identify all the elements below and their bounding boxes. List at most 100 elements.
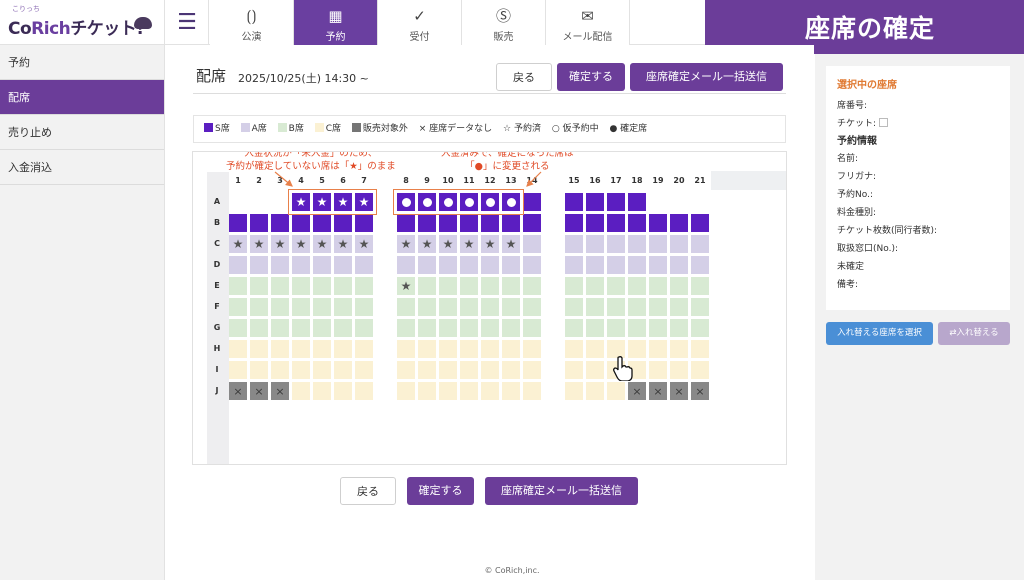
seat-E6[interactable] (334, 277, 352, 295)
seat-J16[interactable] (586, 382, 604, 400)
seat-F17[interactable] (607, 298, 625, 316)
seat-G16[interactable] (586, 319, 604, 337)
seat-D20[interactable] (670, 256, 688, 274)
seat-G8[interactable] (397, 319, 415, 337)
seat-I5[interactable] (313, 361, 331, 379)
seat-H7[interactable] (355, 340, 373, 358)
seat-H15[interactable] (565, 340, 583, 358)
seat-E7[interactable] (355, 277, 373, 295)
seat-D14[interactable] (523, 256, 541, 274)
seat-I7[interactable] (355, 361, 373, 379)
seat-E12[interactable] (481, 277, 499, 295)
seat-G6[interactable] (334, 319, 352, 337)
seat-J5[interactable] (313, 382, 331, 400)
seat-H11[interactable] (460, 340, 478, 358)
seat-B10[interactable] (439, 214, 457, 232)
seat-G10[interactable] (439, 319, 457, 337)
seat-B15[interactable] (565, 214, 583, 232)
seat-D5[interactable] (313, 256, 331, 274)
seat-E1[interactable] (229, 277, 247, 295)
seat-D12[interactable] (481, 256, 499, 274)
seat-J9[interactable] (418, 382, 436, 400)
seat-G21[interactable] (691, 319, 709, 337)
seat-D3[interactable] (271, 256, 289, 274)
seat-F10[interactable] (439, 298, 457, 316)
seat-C4[interactable]: ★ (292, 235, 310, 253)
seat-F13[interactable] (502, 298, 520, 316)
seat-D2[interactable] (250, 256, 268, 274)
seat-I1[interactable] (229, 361, 247, 379)
seat-C16[interactable] (586, 235, 604, 253)
seat-H2[interactable] (250, 340, 268, 358)
seat-D4[interactable] (292, 256, 310, 274)
seat-J4[interactable] (292, 382, 310, 400)
seat-H14[interactable] (523, 340, 541, 358)
seat-E16[interactable] (586, 277, 604, 295)
seat-F16[interactable] (586, 298, 604, 316)
seat-B13[interactable] (502, 214, 520, 232)
seat-J18[interactable]: × (628, 382, 646, 400)
seat-C10[interactable]: ★ (439, 235, 457, 253)
seat-I11[interactable] (460, 361, 478, 379)
seat-J17[interactable] (607, 382, 625, 400)
seat-J20[interactable]: × (670, 382, 688, 400)
seat-F3[interactable] (271, 298, 289, 316)
seat-C5[interactable]: ★ (313, 235, 331, 253)
seat-G5[interactable] (313, 319, 331, 337)
tab-reception[interactable]: ✓ 受付 (378, 0, 462, 45)
seat-F4[interactable] (292, 298, 310, 316)
seat-F15[interactable] (565, 298, 583, 316)
seat-I15[interactable] (565, 361, 583, 379)
seat-F12[interactable] (481, 298, 499, 316)
seat-F18[interactable] (628, 298, 646, 316)
seat-C9[interactable]: ★ (418, 235, 436, 253)
seat-G2[interactable] (250, 319, 268, 337)
seat-C17[interactable] (607, 235, 625, 253)
seat-I19[interactable] (649, 361, 667, 379)
sidebar-item-payment[interactable]: 入金消込 (0, 150, 164, 185)
tab-sales[interactable]: Ⓢ 販売 (462, 0, 546, 45)
seat-E10[interactable] (439, 277, 457, 295)
seat-B7[interactable] (355, 214, 373, 232)
seat-H6[interactable] (334, 340, 352, 358)
seat-F19[interactable] (649, 298, 667, 316)
seat-I20[interactable] (670, 361, 688, 379)
seat-G17[interactable] (607, 319, 625, 337)
ticket-checkbox[interactable] (879, 118, 889, 127)
confirm-button-bottom[interactable]: 確定する (407, 477, 474, 505)
seat-H9[interactable] (418, 340, 436, 358)
seat-I13[interactable] (502, 361, 520, 379)
seat-C13[interactable]: ★ (502, 235, 520, 253)
seat-B16[interactable] (586, 214, 604, 232)
seat-D17[interactable] (607, 256, 625, 274)
seat-E20[interactable] (670, 277, 688, 295)
sidebar-item-stop-sales[interactable]: 売り止め (0, 115, 164, 150)
seat-F1[interactable] (229, 298, 247, 316)
seat-D8[interactable] (397, 256, 415, 274)
seat-C18[interactable] (628, 235, 646, 253)
seat-H8[interactable] (397, 340, 415, 358)
seat-E8[interactable]: ★ (397, 277, 415, 295)
back-button-bottom[interactable]: 戻る (340, 477, 396, 505)
seat-F14[interactable] (523, 298, 541, 316)
seat-E17[interactable] (607, 277, 625, 295)
seat-B2[interactable] (250, 214, 268, 232)
seat-I21[interactable] (691, 361, 709, 379)
seat-B21[interactable] (691, 214, 709, 232)
seat-G14[interactable] (523, 319, 541, 337)
hamburger-menu-icon[interactable]: ☰ (166, 0, 209, 45)
seat-D7[interactable] (355, 256, 373, 274)
seat-H3[interactable] (271, 340, 289, 358)
seat-C1[interactable]: ★ (229, 235, 247, 253)
seat-C7[interactable]: ★ (355, 235, 373, 253)
seat-B3[interactable] (271, 214, 289, 232)
seat-E11[interactable] (460, 277, 478, 295)
seat-J2[interactable]: × (250, 382, 268, 400)
seat-G19[interactable] (649, 319, 667, 337)
seat-D10[interactable] (439, 256, 457, 274)
seat-J8[interactable] (397, 382, 415, 400)
seat-E13[interactable] (502, 277, 520, 295)
seat-G18[interactable] (628, 319, 646, 337)
seat-G1[interactable] (229, 319, 247, 337)
seat-J15[interactable] (565, 382, 583, 400)
